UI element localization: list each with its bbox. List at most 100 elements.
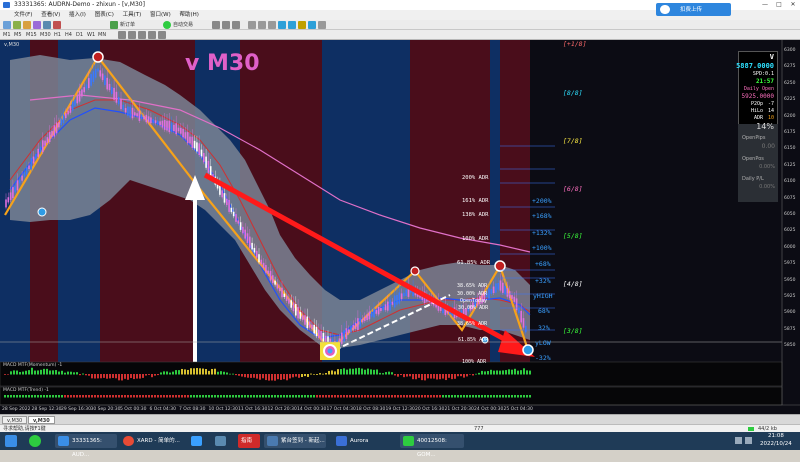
- candle-body: [522, 318, 525, 328]
- hline-icon[interactable]: [138, 31, 146, 39]
- tf-m15[interactable]: M15: [26, 30, 37, 40]
- start-icon[interactable]: [5, 435, 17, 447]
- candle-body: [12, 187, 14, 199]
- chart-tab-2[interactable]: v,M30: [28, 416, 55, 424]
- auto-trade-button[interactable]: 自动交易: [173, 21, 193, 29]
- taskbar-app-mt4[interactable]: 33331365: AUD...: [55, 434, 117, 458]
- candle-body: [186, 132, 189, 144]
- taskbar-app-gom[interactable]: 40012508: GOM...: [400, 434, 464, 458]
- menu-view[interactable]: 查看(V): [41, 12, 60, 18]
- tf-mn[interactable]: MN: [98, 30, 106, 40]
- tf-w1[interactable]: W1: [87, 30, 95, 40]
- candle-body: [506, 288, 509, 297]
- chart-shift-icon[interactable]: [288, 21, 296, 29]
- taskbar-app-guide[interactable]: 指南: [238, 434, 260, 448]
- tf-h1[interactable]: H1: [54, 30, 61, 40]
- momentum-bar: [472, 374, 474, 376]
- momentum-bar: [427, 374, 429, 379]
- candle-body: [67, 110, 69, 115]
- candle-body: [230, 207, 233, 213]
- zoom-out-icon[interactable]: [258, 21, 266, 29]
- tf-m30[interactable]: M30: [40, 30, 51, 40]
- candle-body: [60, 118, 62, 126]
- chart-tab-1[interactable]: v,M30: [2, 416, 28, 424]
- momentum-bar: [145, 374, 147, 376]
- taskbar-app-chrome[interactable]: XARD - 简单的...: [120, 434, 182, 448]
- menu-window[interactable]: 窗口(W): [150, 12, 171, 18]
- periods-icon[interactable]: [308, 21, 316, 29]
- trend-dot: [406, 395, 408, 398]
- crosshair-icon[interactable]: [118, 31, 126, 39]
- momentum-bar: [526, 370, 528, 375]
- trend-dot: [445, 395, 447, 398]
- tile-icon[interactable]: [268, 21, 276, 29]
- tray-network-icon[interactable]: [735, 437, 742, 444]
- trend-dot: [109, 395, 111, 398]
- adr-label-138: 138% ADR: [462, 212, 489, 218]
- bar-chart-icon[interactable]: [212, 21, 220, 29]
- momentum-bar: [7, 374, 9, 375]
- new-order-button[interactable]: 新订单: [120, 21, 135, 29]
- tester-icon[interactable]: [53, 21, 61, 29]
- zoom-in-icon[interactable]: [248, 21, 256, 29]
- candle-body: [255, 250, 258, 258]
- adr-label-3865: 38.65% ADR: [457, 283, 488, 289]
- line-chart-icon[interactable]: [232, 21, 240, 29]
- tf-m5[interactable]: M5: [14, 30, 22, 40]
- time-axis-label: 5 Oct 00:30: [120, 407, 147, 412]
- menu-insert[interactable]: 插入(I): [69, 12, 86, 18]
- candle-body: [74, 99, 76, 106]
- candle-body: [78, 91, 81, 102]
- tray-volume-icon[interactable]: [745, 437, 752, 444]
- candle-body: [136, 113, 138, 117]
- autoscroll-icon[interactable]: [278, 21, 286, 29]
- taskbar-app-image[interactable]: [212, 434, 232, 448]
- candle-body: [246, 233, 249, 243]
- candle-chart-icon[interactable]: [222, 21, 230, 29]
- trend-dot: [382, 395, 384, 398]
- taskbar-app-mic[interactable]: [188, 434, 208, 448]
- candle-body: [398, 292, 401, 304]
- minimize-button[interactable]: —: [758, 0, 772, 10]
- info-spread: SPD:0.1: [752, 71, 774, 77]
- taskbar-app-aurora[interactable]: Aurora: [333, 434, 393, 448]
- tf-d1[interactable]: D1: [76, 30, 83, 40]
- close-button[interactable]: ✕: [786, 0, 800, 10]
- momentum-bar: [448, 374, 450, 378]
- candle-body: [138, 110, 141, 121]
- chart-window[interactable]: v,M30 v M30 [+1/8] [8/8] [7/8] [6/8] [5/…: [0, 40, 800, 414]
- market-watch-icon[interactable]: [23, 21, 31, 29]
- trendline-icon[interactable]: [148, 31, 156, 39]
- menu-help[interactable]: 帮助(H): [179, 12, 198, 18]
- taskbar-app-signin[interactable]: 紫台签到 - 新起...: [264, 434, 326, 448]
- templates-icon[interactable]: [318, 21, 326, 29]
- trend-dot: [328, 395, 330, 398]
- tf-h4[interactable]: H4: [65, 30, 72, 40]
- maximize-button[interactable]: □: [772, 0, 786, 10]
- momentum-bar: [415, 374, 417, 380]
- trend-dot: [514, 395, 516, 398]
- chart-tabs: v,M30 v,M30: [0, 414, 800, 424]
- terminal-icon[interactable]: [43, 21, 51, 29]
- new-chart-icon[interactable]: [3, 21, 11, 29]
- chart-canvas[interactable]: [0, 40, 800, 414]
- adr-label-100-lower: 100% ADR: [462, 359, 487, 365]
- profiles-icon[interactable]: [13, 21, 21, 29]
- wechat-icon[interactable]: [29, 435, 41, 447]
- navigator-icon[interactable]: [33, 21, 41, 29]
- text-tool-icon[interactable]: [158, 31, 166, 39]
- indicators-icon[interactable]: [298, 21, 306, 29]
- menu-chart[interactable]: 图表(C): [95, 12, 114, 18]
- vline-icon[interactable]: [128, 31, 136, 39]
- tf-m1[interactable]: M1: [3, 30, 11, 40]
- trend-dot: [217, 395, 219, 398]
- candle-body: [23, 172, 26, 177]
- cloud-upload-button[interactable]: 扣费上传: [656, 3, 731, 16]
- momentum-bar: [262, 374, 264, 379]
- time-axis-label: 17 Oct 04:30: [326, 407, 356, 412]
- menu-file[interactable]: 文件(F): [14, 12, 32, 18]
- momentum-bar: [313, 374, 315, 375]
- menu-tools[interactable]: 工具(T): [123, 12, 142, 18]
- candle-body: [129, 106, 131, 118]
- trend-dot: [466, 395, 468, 398]
